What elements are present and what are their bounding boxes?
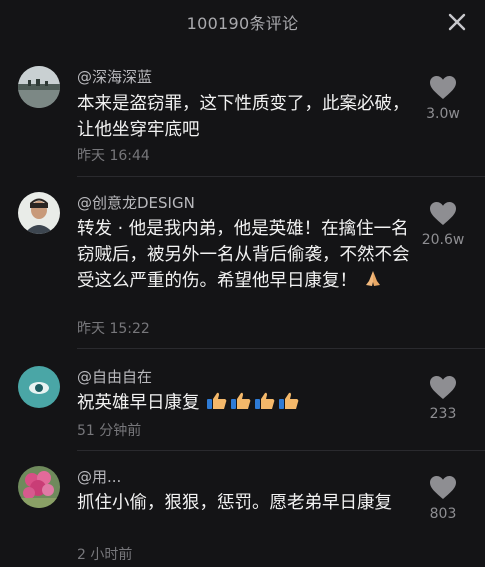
comment-item: @用... 抓住小偷，狠狠，惩罚。愿老弟早日康复 2 小时前 803 xyxy=(0,460,485,567)
comment-time: 昨天 15:22 xyxy=(77,321,150,337)
close-icon[interactable] xyxy=(447,12,467,32)
thumbs-up-emoji xyxy=(229,391,253,419)
comment-time: 2 小时前 xyxy=(77,547,133,563)
heart-icon xyxy=(430,476,456,499)
comment-text-body: 转发 · 他是我内弟，他是英雄！在擒住一名窃贼后，被另外一名从背后偷袭，不然不会… xyxy=(77,219,410,291)
thumbs-up-emoji xyxy=(277,391,301,419)
comment-item: @创意龙DESIGN 转发 · 他是我内弟，他是英雄！在擒住一名窃贼后，被另外一… xyxy=(0,186,485,346)
comment-count-title: 100190条评论 xyxy=(186,14,299,33)
divider xyxy=(77,176,485,177)
like-button[interactable]: 3.0w xyxy=(413,76,473,122)
thumbs-up-emoji xyxy=(205,391,229,419)
comment-username[interactable]: @深海深蓝 xyxy=(77,66,152,87)
like-button[interactable]: 20.6w xyxy=(413,202,473,248)
avatar[interactable] xyxy=(18,466,60,508)
heart-icon xyxy=(430,76,456,99)
comment-item: @深海深蓝 本来是盗窃罪，这下性质变了，此案必破，让他坐穿牢底吧 昨天 16:4… xyxy=(0,58,485,176)
like-count: 233 xyxy=(429,406,457,422)
comment-text: 本来是盗窃罪，这下性质变了，此案必破，让他坐穿牢底吧 xyxy=(77,94,410,140)
comment-text-body: 祝英雄早日康复 xyxy=(77,393,200,413)
thumbs-up-emoji xyxy=(253,391,277,419)
comment-username[interactable]: @用... xyxy=(77,466,121,487)
comment-time: 昨天 16:44 xyxy=(77,148,150,164)
comment-username[interactable]: @创意龙DESIGN xyxy=(77,192,195,213)
comment-text: 抓住小偷，狠狠，惩罚。愿老弟早日康复 xyxy=(77,493,392,513)
heart-icon xyxy=(430,376,456,399)
heart-icon xyxy=(430,202,456,225)
avatar[interactable] xyxy=(18,366,60,408)
praying-hands-emoji xyxy=(363,269,383,297)
divider xyxy=(77,348,485,349)
comment-time: 51 分钟前 xyxy=(77,423,142,439)
like-button[interactable]: 233 xyxy=(413,376,473,422)
comment-item: @自由自在 祝英雄早日康复 51 分钟前 233 xyxy=(0,360,485,450)
comment-text: 转发 · 他是我内弟，他是英雄！在擒住一名窃贼后，被另外一名从背后偷袭，不然不会… xyxy=(77,216,417,297)
comment-username[interactable]: @自由自在 xyxy=(77,366,152,387)
avatar[interactable] xyxy=(18,66,60,108)
like-count: 20.6w xyxy=(421,232,465,248)
comments-header: 100190条评论 xyxy=(0,0,485,44)
avatar[interactable] xyxy=(18,192,60,234)
divider xyxy=(77,450,485,451)
like-button[interactable]: 803 xyxy=(413,476,473,522)
comment-text: 祝英雄早日康复 xyxy=(77,390,417,419)
like-count: 803 xyxy=(429,506,457,522)
like-count: 3.0w xyxy=(426,106,460,122)
